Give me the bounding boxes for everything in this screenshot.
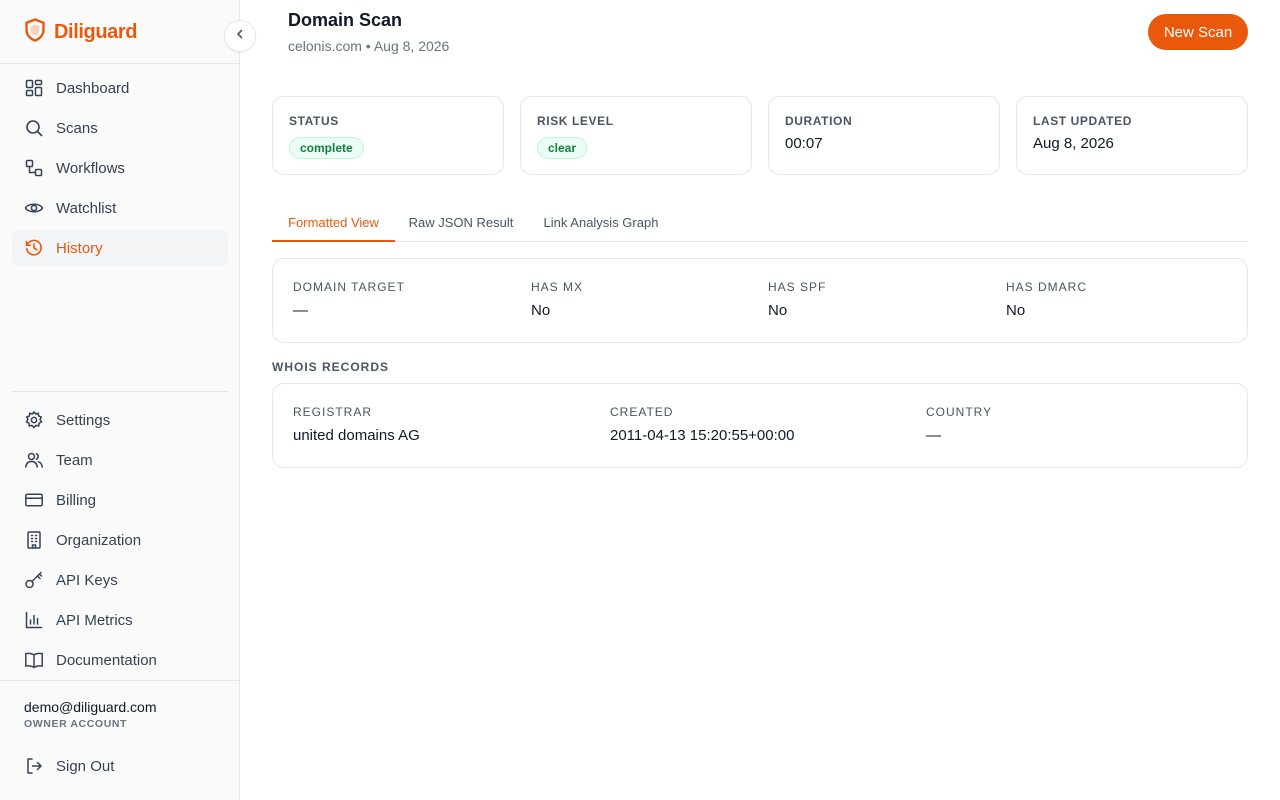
duration-value: 00:07 [785, 135, 823, 152]
tab-raw-json-result[interactable]: Raw JSON Result [399, 204, 523, 241]
sidebar-divider [12, 391, 228, 392]
nav-item-team[interactable]: Team [12, 442, 228, 478]
field-label: HAS MX [531, 280, 584, 294]
nav-label: API Keys [56, 571, 118, 589]
gear-icon [24, 410, 44, 430]
field-value: No [768, 302, 788, 319]
sidebar-divider [0, 63, 239, 64]
field-value: No [531, 302, 551, 319]
domain-info-card: DOMAIN TARGET — HAS MX No HAS SPF No HAS… [272, 258, 1248, 343]
last-updated-value: Aug 8, 2026 [1033, 135, 1114, 152]
signout-nav: Sign Out [12, 748, 228, 788]
nav-label: Team [56, 451, 93, 469]
nav-item-billing[interactable]: Billing [12, 482, 228, 518]
field-label: HAS SPF [768, 280, 827, 294]
whois-heading: WHOIS RECORDS [272, 360, 390, 374]
user-role: OWNER ACCOUNT [24, 718, 128, 730]
tab-formatted-view[interactable]: Formatted View [272, 204, 395, 242]
user-email: demo@diliguard.com [24, 699, 157, 715]
nav-item-organization[interactable]: Organization [12, 522, 228, 558]
duration-card: DURATION 00:07 [768, 96, 1000, 175]
eye-icon [24, 198, 44, 218]
nav-label: API Metrics [56, 611, 133, 629]
field-label: DOMAIN TARGET [293, 280, 405, 294]
last-updated-label: LAST UPDATED [1033, 114, 1132, 128]
dashboard-icon [24, 78, 44, 98]
sign-out-icon [24, 756, 44, 776]
status-label: STATUS [289, 114, 339, 128]
nav-item-api-metrics[interactable]: API Metrics [12, 602, 228, 638]
users-icon [24, 450, 44, 470]
brand[interactable]: Diliguard [24, 18, 137, 47]
nav-item-dashboard[interactable]: Dashboard [12, 70, 228, 106]
chevron-left-icon [234, 27, 246, 45]
duration-label: DURATION [785, 114, 853, 128]
nav-label: Settings [56, 411, 111, 429]
nav-label: Watchlist [56, 199, 117, 217]
nav-item-history[interactable]: History [12, 230, 228, 266]
building-icon [24, 530, 44, 550]
field-label: HAS DMARC [1006, 280, 1088, 294]
credit-card-icon [24, 490, 44, 510]
nav-item-watchlist[interactable]: Watchlist [12, 190, 228, 226]
nav-label: Sign Out [56, 757, 115, 775]
secondary-nav: Settings Team Billing Organization API K… [12, 402, 228, 682]
bar-chart-icon [24, 610, 44, 630]
field-value: No [1006, 302, 1026, 319]
risk-level-card: RISK LEVEL clear [520, 96, 752, 175]
tab-link-analysis-graph[interactable]: Link Analysis Graph [531, 204, 671, 241]
field-label: REGISTRAR [293, 405, 373, 419]
field-label: COUNTRY [926, 405, 993, 419]
nav-label: Dashboard [56, 79, 130, 97]
nav-item-documentation[interactable]: Documentation [12, 642, 228, 678]
nav-label: Scans [56, 119, 98, 137]
nav-item-workflows[interactable]: Workflows [12, 150, 228, 186]
risk-level-label: RISK LEVEL [537, 114, 614, 128]
nav-label: History [56, 239, 103, 257]
result-tabs: Formatted View Raw JSON Result Link Anal… [272, 204, 1248, 242]
shield-logo-icon [24, 18, 46, 47]
nav-item-api-keys[interactable]: API Keys [12, 562, 228, 598]
page-title: Domain Scan [288, 10, 403, 30]
key-icon [24, 570, 44, 590]
field-value: 2011-04-13 15:20:55+00:00 [610, 427, 795, 444]
book-icon [24, 650, 44, 670]
sidebar: Diliguard Dashboard Scans Workflows Watc… [0, 0, 240, 800]
field-value: — [293, 302, 308, 319]
last-updated-card: LAST UPDATED Aug 8, 2026 [1016, 96, 1248, 175]
brand-name: Diliguard [54, 21, 138, 43]
history-icon [24, 238, 44, 258]
nav-item-settings[interactable]: Settings [12, 402, 228, 438]
workflow-icon [24, 158, 44, 178]
page-subtitle: celonis.com • Aug 8, 2026 [288, 38, 450, 54]
sidebar-divider [0, 680, 239, 681]
nav-label: Organization [56, 531, 142, 549]
whois-card: REGISTRAR united domains AG CREATED 2011… [272, 383, 1248, 468]
nav-label: Billing [56, 491, 97, 509]
nav-item-scans[interactable]: Scans [12, 110, 228, 146]
nav-label: Documentation [56, 651, 157, 669]
search-icon [24, 118, 44, 138]
status-badge: complete [289, 137, 364, 159]
field-value: united domains AG [293, 427, 420, 444]
nav-label: Workflows [56, 159, 125, 177]
risk-level-badge: clear [537, 137, 588, 159]
main-nav: Dashboard Scans Workflows Watchlist Hist… [12, 70, 228, 270]
field-value: — [926, 427, 941, 444]
collapse-sidebar-button[interactable] [224, 20, 256, 52]
sign-out-button[interactable]: Sign Out [12, 748, 228, 784]
new-scan-button[interactable]: New Scan [1148, 14, 1248, 50]
status-card: STATUS complete [272, 96, 504, 175]
field-label: CREATED [610, 405, 674, 419]
